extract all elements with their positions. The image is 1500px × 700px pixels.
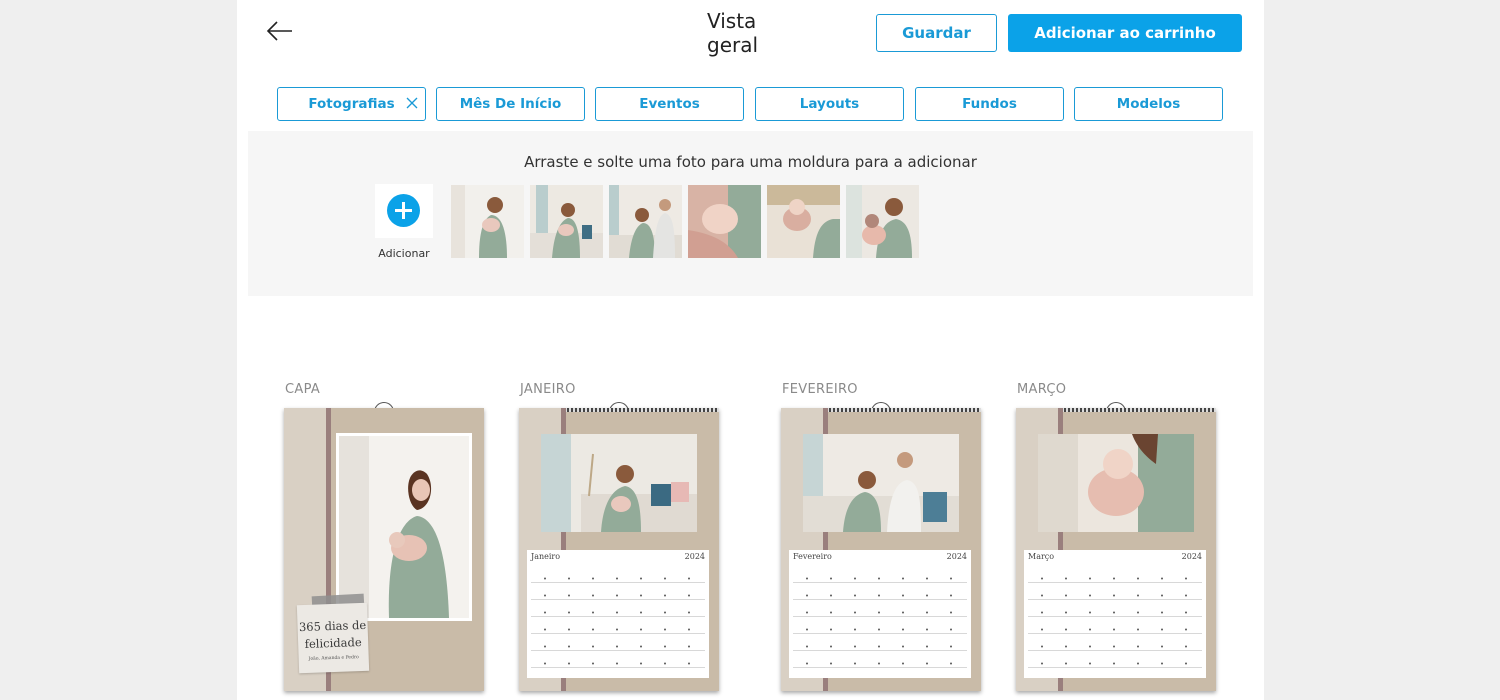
tab-bar: Fotografias Mês De Início Eventos Layout… [277,87,1227,121]
page-label-march: MARÇO [1017,382,1067,397]
tab-label: Mês De Início [459,96,562,112]
close-icon[interactable] [405,95,419,111]
month-year: 2024 [1181,552,1202,561]
month-photo [541,434,697,532]
cover-photo-frame[interactable] [336,433,472,621]
photo-thumbnail[interactable] [530,185,603,258]
tab-label: Eventos [639,96,700,112]
back-arrow-icon[interactable] [265,18,295,44]
month-name: Março [1028,552,1055,561]
month-photo [803,434,959,532]
photo-thumbnail[interactable] [609,185,682,258]
month-photo [1038,434,1194,532]
tab-label: Fundos [962,96,1017,112]
photo-thumbnail[interactable] [688,185,761,258]
month-name: Janeiro [531,552,561,561]
month-name: Fevereiro [793,552,832,561]
save-button[interactable]: Guardar [876,14,997,52]
add-to-cart-button[interactable]: Adicionar ao carrinho [1008,14,1242,52]
day-numbers [795,570,965,666]
calendar-page-january[interactable]: Janeiro 2024 [519,408,719,691]
cover-note: 365 dias de felicidade João, Amanda e Pe… [296,602,370,674]
tab-templates[interactable]: Modelos [1074,87,1223,121]
add-photo-label: Adicionar [378,247,430,260]
tab-events[interactable]: Eventos [595,87,744,121]
plus-icon [387,194,420,227]
tab-backgrounds[interactable]: Fundos [915,87,1064,121]
page-title: Vista geral [707,9,759,57]
photo-thumbnail[interactable] [846,185,919,258]
cover-photo [339,436,469,618]
calendar-page-march[interactable]: Março 2024 [1016,408,1216,691]
tab-layouts[interactable]: Layouts [755,87,904,121]
page-label-february: FEVEREIRO [782,382,858,397]
tab-photos[interactable]: Fotografias [277,87,426,121]
calendar-grid: Março 2024 [1024,550,1206,678]
tab-label: Modelos [1116,96,1181,112]
editor-panel: Vista geral Guardar Adicionar ao carrinh… [237,0,1264,700]
tab-label: Fotografias [308,96,395,112]
day-numbers [1030,570,1200,666]
cover-names: João, Amanda e Pedro [308,655,359,662]
tab-label: Layouts [799,96,860,112]
photo-tray: Arraste e solte uma foto para uma moldur… [248,131,1253,296]
calendar-grid: Janeiro 2024 [527,550,709,678]
month-year: 2024 [946,552,967,561]
cover-title: 365 dias de felicidade [298,617,367,651]
tab-start-month[interactable]: Mês De Início [436,87,585,121]
calendar-page-february[interactable]: Fevereiro 2024 [781,408,981,691]
drag-hint: Arraste e solte uma foto para uma moldur… [524,153,977,171]
page-label-january: JANEIRO [520,382,576,397]
photo-thumbnail[interactable] [451,185,524,258]
calendar-grid: Fevereiro 2024 [789,550,971,678]
month-year: 2024 [684,552,705,561]
photo-thumbnail[interactable] [767,185,840,258]
page-label-cover: CAPA [285,382,321,397]
add-photo-button[interactable] [375,184,433,238]
calendar-page-cover[interactable]: 365 dias de felicidade João, Amanda e Pe… [284,408,484,691]
day-numbers [533,570,703,666]
